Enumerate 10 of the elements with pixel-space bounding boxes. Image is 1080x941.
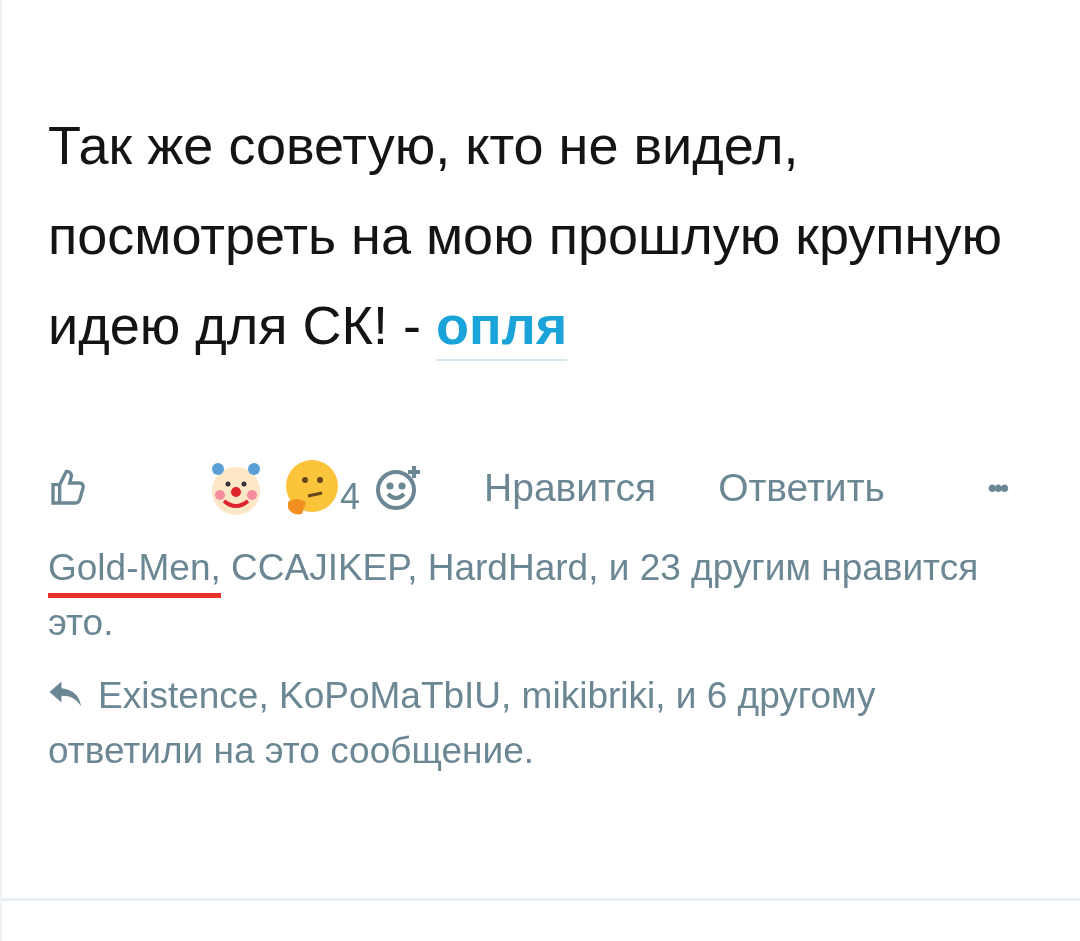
post-text: Так же советую, кто не видел, посмотреть на мою прошлую крупную идею для СК! - опля xyxy=(48,100,1034,370)
add-reaction-icon[interactable] xyxy=(374,464,423,512)
action-link[interactable]: Нравится xyxy=(484,466,657,510)
post-link[interactable]: опля xyxy=(435,295,568,361)
thumbs-up-icon[interactable] xyxy=(48,468,88,508)
more-link[interactable]: ••• xyxy=(987,472,1006,504)
likes-text: Gold-Men, CCAJIKEP, HardHard, и 23 другим нравится это. xyxy=(48,545,980,645)
action-link[interactable]: Ответить xyxy=(718,466,885,510)
reaction-count: 4 xyxy=(340,476,361,518)
replies-text: Existence, KoPoMaTbIU, mikibriki, и 6 другому ответили на это сообщение. xyxy=(48,674,877,773)
